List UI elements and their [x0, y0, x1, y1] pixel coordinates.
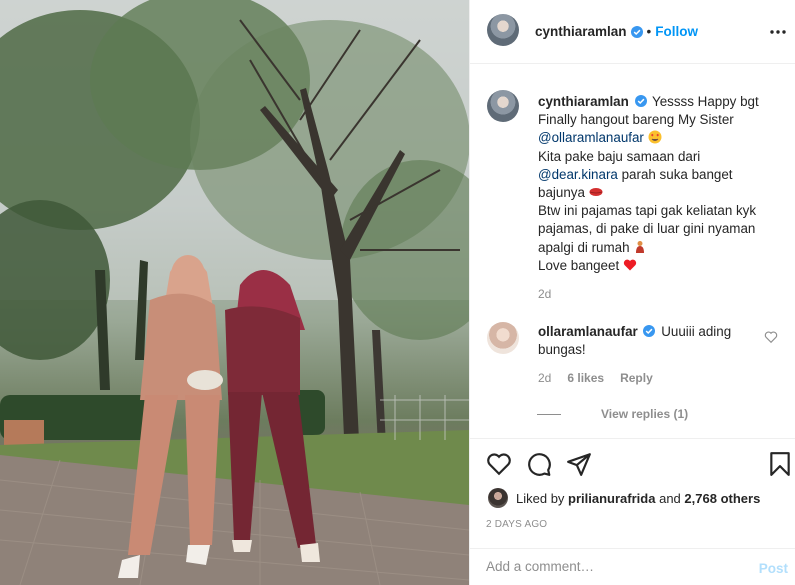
- heart-eyes-emoji-icon: [648, 130, 662, 144]
- caption-line-1: cynthiaramlan Yessss Happy bgt: [538, 93, 770, 111]
- comment-meta: 2d 6 likes Reply: [538, 369, 770, 387]
- post-comment-button[interactable]: Post: [759, 561, 788, 576]
- caption-age: 2d: [538, 287, 552, 302]
- caption-line-3: @ollaramlanaufar: [538, 129, 770, 147]
- separator-dot: •: [646, 24, 652, 39]
- likes-others[interactable]: 2,768 others: [684, 491, 760, 506]
- comment-input[interactable]: [486, 559, 736, 574]
- author-line: cynthiaramlan • Follow: [535, 24, 698, 39]
- comment-like-heart-icon[interactable]: [764, 330, 778, 344]
- caption-text-8: pajamas, di pake di luar gini nyaman: [538, 221, 756, 237]
- comment-username[interactable]: ollaramlanaufar: [538, 324, 638, 339]
- post-sidebar: cynthiaramlan • Follow cynthiaramlan Yes…: [469, 0, 795, 585]
- verified-badge-icon: [634, 95, 647, 107]
- author-username[interactable]: cynthiaramlan: [535, 24, 627, 39]
- comments-list[interactable]: cynthiaramlan Yessss Happy bgt Finally h…: [470, 65, 795, 438]
- caption-text-10: Love bangeet: [538, 257, 620, 273]
- liker-username[interactable]: prilianurafrida: [568, 491, 655, 506]
- heart-icon[interactable]: [486, 451, 512, 477]
- add-comment-bar: Post: [470, 548, 795, 585]
- caption-text-5: parah suka banget: [621, 166, 733, 182]
- more-options-icon[interactable]: [768, 22, 788, 42]
- bookmark-icon[interactable]: [767, 451, 793, 477]
- author-avatar[interactable]: [487, 14, 519, 46]
- post-actions: Liked by prilianurafrida and 2,768 other…: [470, 438, 795, 548]
- comment-text-1: Uuuiii ading: [661, 324, 732, 339]
- caption-line-9: apalgi di rumah: [538, 239, 770, 257]
- caption-line-6: bajunya: [538, 184, 770, 202]
- verified-badge-icon: [630, 25, 643, 38]
- verified-badge-icon: [643, 325, 656, 337]
- caption: cynthiaramlan Yessss Happy bgt Finally h…: [538, 93, 770, 303]
- comment-line-1: ollaramlanaufar Uuuiii ading: [538, 323, 770, 341]
- caption-line-10: Love bangeet: [538, 257, 770, 275]
- caption-text-4: Kita pake baju samaan dari: [538, 148, 701, 164]
- share-icon[interactable]: [566, 451, 592, 477]
- caption-text-1: Yessss Happy bgt: [652, 94, 759, 109]
- post-header: cynthiaramlan • Follow: [470, 0, 795, 64]
- comment-icon[interactable]: [526, 451, 552, 477]
- likes-summary: Liked by prilianurafrida and 2,768 other…: [488, 487, 760, 509]
- post-timestamp[interactable]: 2 DAYS AGO: [486, 519, 547, 530]
- caption-text-6: bajunya: [538, 185, 585, 201]
- person-emoji-icon: [636, 240, 645, 253]
- comment-likes[interactable]: 6 likes: [567, 369, 604, 387]
- reply-button[interactable]: Reply: [620, 369, 653, 387]
- caption-text-7: Btw ini pajamas tapi gak keliatan kyk: [538, 203, 757, 219]
- caption-avatar[interactable]: [487, 90, 519, 122]
- photo-illustration: [0, 0, 469, 585]
- comment-age: 2d: [538, 371, 552, 386]
- mention-link[interactable]: @dear.kinara: [538, 167, 618, 182]
- comment-text-2: bungas!: [538, 342, 586, 358]
- view-replies-label: View replies (1): [601, 407, 689, 421]
- commenter-avatar[interactable]: [487, 322, 519, 354]
- liker-avatar[interactable]: [488, 488, 508, 508]
- likes-connector: and: [659, 490, 681, 506]
- kiss-lips-emoji-icon: [589, 188, 603, 197]
- red-heart-emoji-icon: [623, 259, 637, 271]
- view-replies-button[interactable]: View replies (1): [537, 407, 688, 421]
- caption-username[interactable]: cynthiaramlan: [538, 94, 629, 109]
- caption-text-9: apalgi di rumah: [538, 239, 630, 255]
- comment: ollaramlanaufar Uuuiii ading bungas! 2d …: [538, 323, 770, 388]
- caption-line-5: @dear.kinara parah suka banget: [538, 166, 770, 184]
- likes-prefix: Liked by: [516, 490, 565, 506]
- follow-button[interactable]: Follow: [655, 24, 698, 39]
- replies-divider: [537, 413, 561, 415]
- caption-text-2: Finally hangout bareng My Sister: [538, 112, 734, 128]
- mention-link[interactable]: @ollaramlanaufar: [538, 130, 644, 145]
- post-photo[interactable]: [0, 0, 469, 585]
